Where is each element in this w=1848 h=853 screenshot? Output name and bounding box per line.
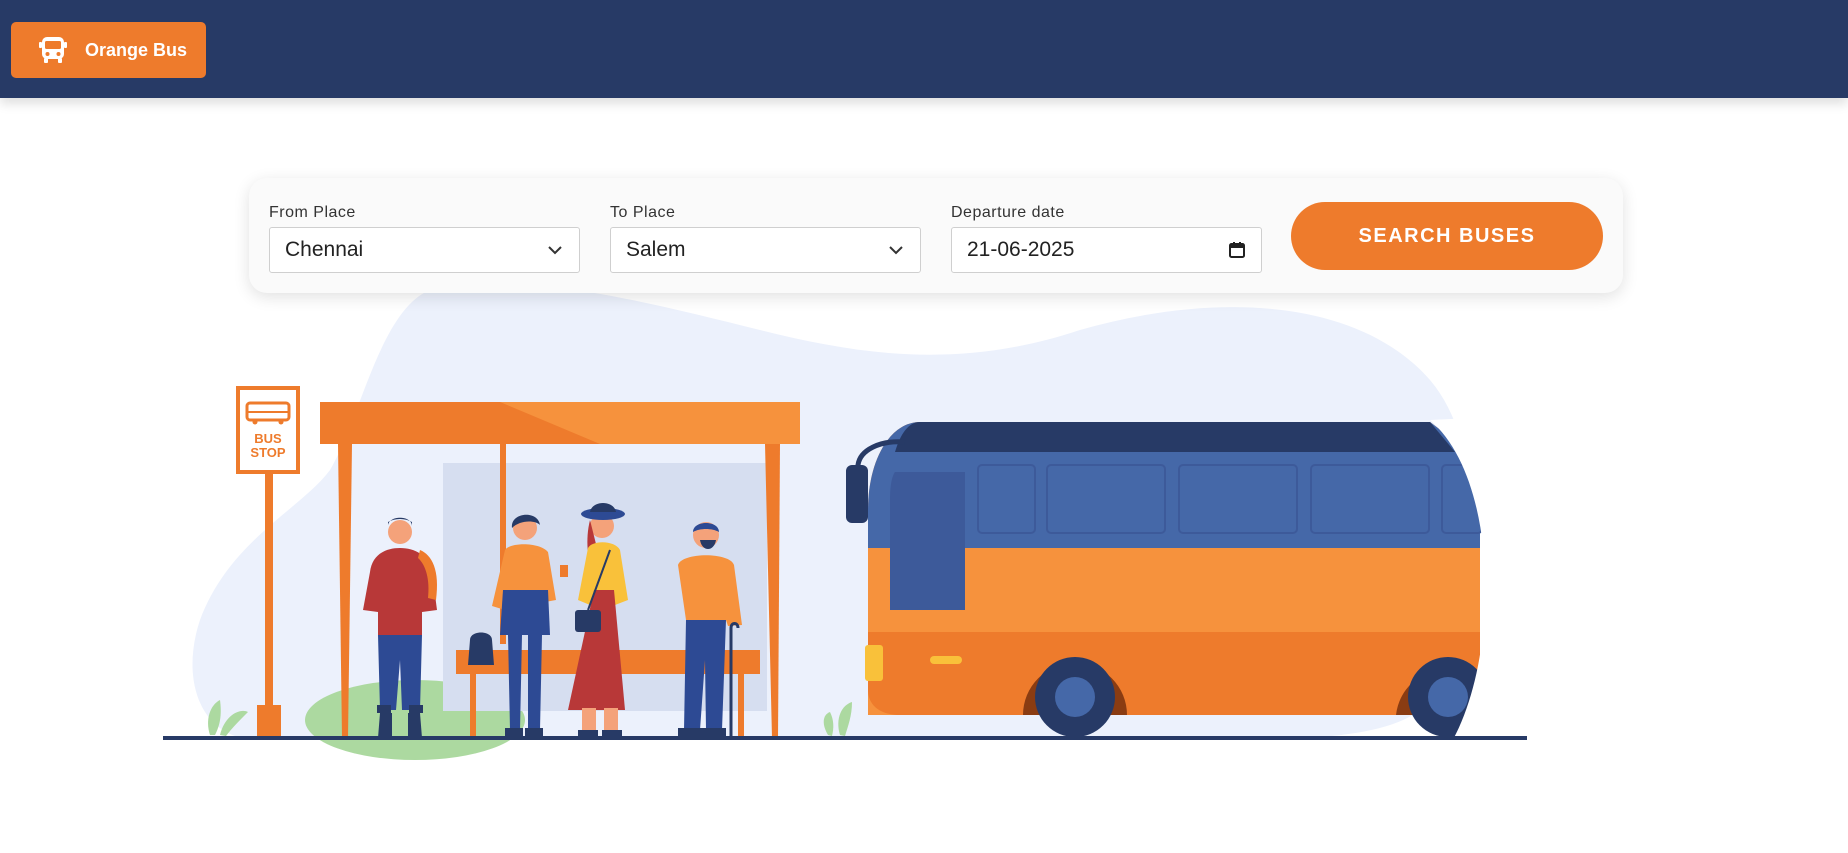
from-place-label: From Place [269,204,356,221]
sign-text-stop: STOP [250,445,285,460]
to-place-label: To Place [610,204,676,221]
to-place-field: To Place Salem [610,204,921,273]
chevron-down-icon [548,246,562,255]
bus-mask [1430,400,1848,745]
from-place-select[interactable]: Chennai [269,227,580,273]
departure-date-input[interactable]: 21-06-2025 [951,227,1262,273]
search-form-card: From Place Chennai To Place Salem Depart… [249,178,1623,293]
departure-date-label: Departure date [951,204,1065,221]
chevron-down-icon [889,246,903,255]
search-buses-button[interactable]: SEARCH BUSES [1291,202,1603,270]
bus-stop-illustration: BUS STOP [163,283,1848,760]
from-place-field: From Place Chennai [269,204,580,273]
calendar-icon[interactable] [1228,241,1246,259]
to-place-select[interactable]: Salem [610,227,921,273]
from-place-value: Chennai [285,238,364,261]
sign-text-bus: BUS [254,431,282,446]
to-place-value: Salem [626,238,686,261]
orange-bus [846,422,1488,737]
departure-date-field: Departure date 21-06-2025 [951,204,1262,273]
departure-date-value: 21-06-2025 [967,238,1075,261]
